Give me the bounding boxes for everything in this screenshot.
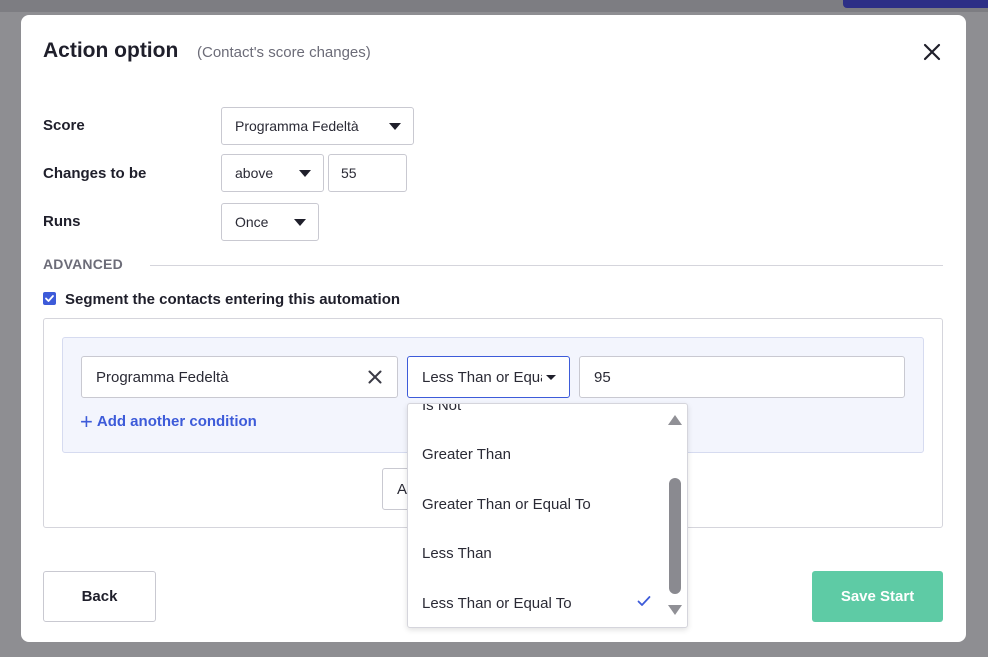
segment-checkbox-label[interactable]: Segment the contacts entering this autom… <box>65 291 400 308</box>
score-select-value: Programma Fedeltà <box>235 118 359 134</box>
operator-option-greater-than[interactable]: Greater Than <box>422 446 511 463</box>
advanced-divider <box>150 265 943 266</box>
close-icon <box>368 370 382 384</box>
dropdown-scrollbar-thumb[interactable] <box>669 478 681 594</box>
plus-icon: + <box>80 408 93 434</box>
changes-direction-select[interactable]: above <box>221 154 324 192</box>
close-button[interactable] <box>919 39 945 65</box>
dialog-subtitle: (Contact's score changes) <box>197 44 371 61</box>
condition-field-select[interactable]: Programma Fedeltà <box>81 356 398 398</box>
operator-option-less-than-or-equal[interactable]: Less Than or Equal To <box>422 595 572 612</box>
selected-check-icon <box>636 593 652 609</box>
score-select[interactable]: Programma Fedeltà <box>221 107 414 145</box>
changes-direction-value: above <box>235 165 274 181</box>
clear-field-button[interactable] <box>368 370 382 384</box>
add-group-label: A <box>397 480 408 498</box>
condition-operator-select[interactable]: Less Than or Equal To <box>407 356 570 398</box>
segment-checkbox[interactable] <box>43 292 56 305</box>
runs-select-value: Once <box>235 214 269 230</box>
scroll-down-arrow-icon[interactable] <box>668 605 682 615</box>
chevron-down-icon <box>389 123 401 130</box>
condition-value-text: 95 <box>594 368 611 386</box>
add-condition-button[interactable]: + Add another condition <box>80 408 257 434</box>
runs-label: Runs <box>43 213 81 230</box>
dialog-title: Action option <box>43 39 179 62</box>
condition-field-value: Programma Fedeltà <box>96 368 229 386</box>
back-button[interactable]: Back <box>43 571 156 622</box>
scroll-up-arrow-icon[interactable] <box>668 415 682 425</box>
operator-option-is-not[interactable]: Is Not <box>422 404 461 414</box>
condition-operator-value: Less Than or Equal To <box>422 368 542 386</box>
chevron-down-icon <box>294 219 306 226</box>
save-start-button[interactable]: Save Start <box>812 571 943 622</box>
chevron-down-icon <box>299 170 311 177</box>
operator-option-greater-than-or-equal[interactable]: Greater Than or Equal To <box>422 496 591 513</box>
advanced-heading: ADVANCED <box>43 256 123 272</box>
condition-value-input[interactable]: 95 <box>579 356 905 398</box>
changes-label: Changes to be <box>43 165 147 182</box>
operator-dropdown-menu: Is Not Greater Than Greater Than or Equa… <box>407 403 688 628</box>
changes-value-input[interactable]: 55 <box>328 154 407 192</box>
changes-value-text: 55 <box>341 165 357 181</box>
operator-option-less-than[interactable]: Less Than <box>422 545 492 562</box>
chevron-down-icon <box>546 375 556 380</box>
score-label: Score <box>43 117 85 134</box>
add-condition-label: Add another condition <box>96 413 257 430</box>
runs-select[interactable]: Once <box>221 203 319 241</box>
checkmark-icon <box>45 295 54 302</box>
background-page <box>0 0 988 12</box>
close-icon <box>923 43 941 61</box>
background-header-accent <box>843 0 988 8</box>
